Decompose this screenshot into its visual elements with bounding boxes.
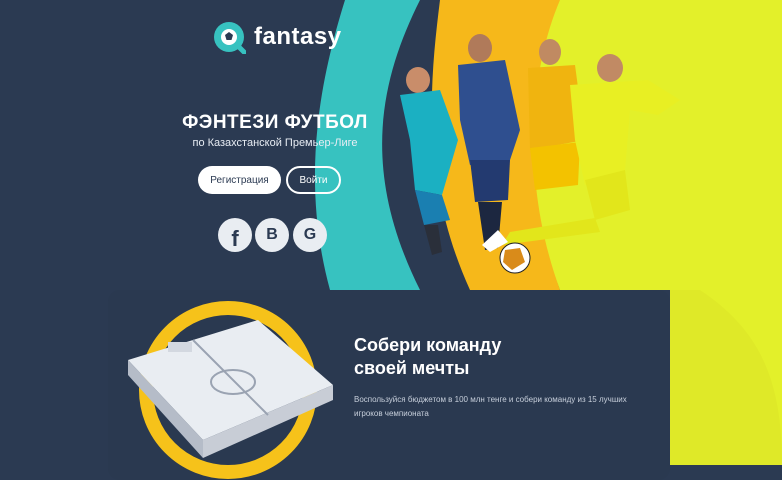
google-icon: G (303, 226, 317, 243)
card-description: Воспользуйся бюджетом в 100 млн тенге и … (354, 395, 627, 418)
card-title: Собери команду своей мечты (354, 334, 574, 380)
facebook-icon: f (231, 226, 239, 251)
hero-subtitle: по Казахстанской Премьер-Лиге (192, 137, 358, 149)
vk-icon: В (266, 226, 278, 243)
card-title-line1: Собери команду (354, 335, 502, 355)
vk-login-button[interactable]: В (255, 218, 289, 252)
feature-card: Собери команду своей мечты Воспользуйся … (108, 290, 670, 480)
register-button[interactable]: Регистрация (198, 166, 281, 194)
card-title-line2: своей мечты (354, 358, 470, 378)
login-button[interactable]: Войти (286, 166, 341, 194)
fantasy-logo[interactable]: fantasy (212, 20, 342, 54)
facebook-login-button[interactable]: f (218, 218, 252, 252)
hero-title: ФЭНТЕЗИ ФУТБОЛ (182, 112, 368, 133)
logo-ball-icon (214, 22, 246, 54)
logo-text: fantasy (254, 23, 342, 50)
players-photo (400, 34, 680, 274)
pitch-illustration (128, 301, 333, 479)
google-login-button[interactable]: G (293, 218, 327, 252)
